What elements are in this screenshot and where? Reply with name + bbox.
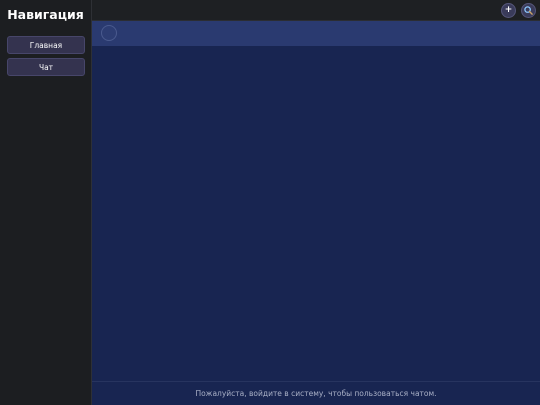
avatar[interactable] <box>101 25 117 41</box>
search-button[interactable] <box>521 3 536 18</box>
login-prompt: Пожалуйста, войдите в систему, чтобы пол… <box>92 381 540 405</box>
sidebar: Навигация Главная Чат <box>0 0 92 405</box>
sidebar-item-home[interactable]: Главная <box>7 36 85 54</box>
main-panel: + Пожалуйста, войдите в систему, чтобы п… <box>92 0 540 405</box>
topbar: + <box>92 0 540 21</box>
plus-icon: + <box>504 5 513 15</box>
sidebar-title: Навигация <box>7 7 84 22</box>
app-window: Навигация Главная Чат + Пожалуйста, войд… <box>0 0 540 405</box>
search-icon <box>524 6 533 15</box>
message-list[interactable] <box>92 46 540 381</box>
sidebar-item-chat[interactable]: Чат <box>7 58 85 76</box>
add-button[interactable]: + <box>501 3 516 18</box>
chat-header <box>92 21 540 46</box>
chat-area: Пожалуйста, войдите в систему, чтобы пол… <box>92 21 540 405</box>
